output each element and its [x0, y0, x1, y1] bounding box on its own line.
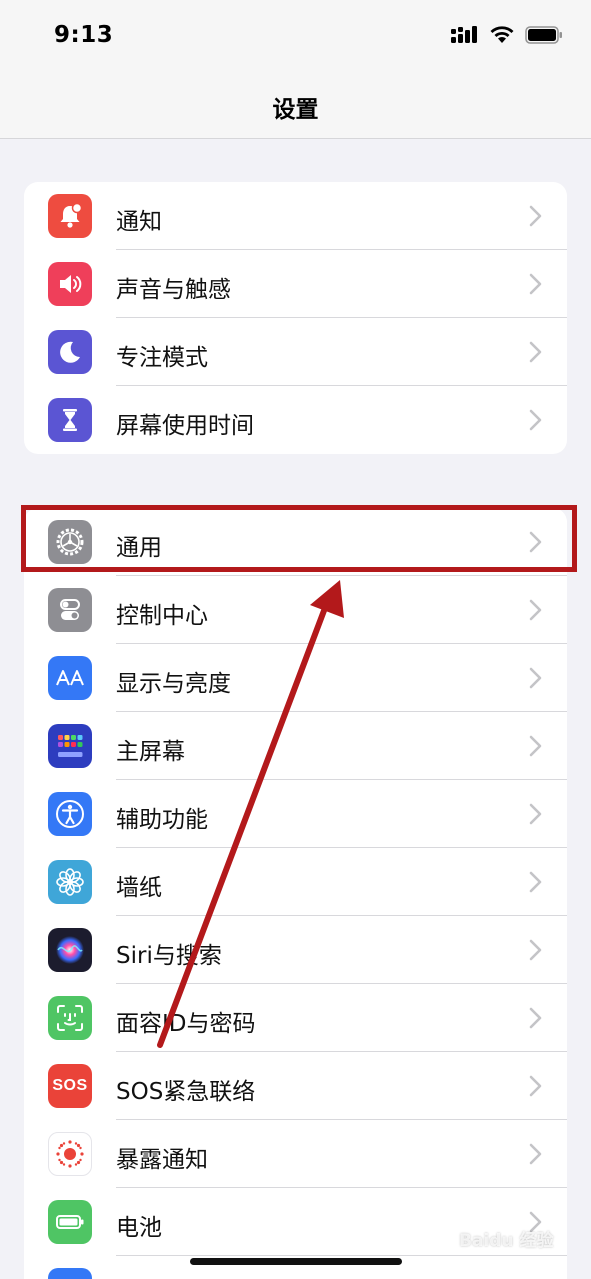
page-title: 设置 [272, 97, 319, 123]
chevron-right-icon [529, 531, 542, 553]
settings-row-label: 通用 [116, 535, 162, 561]
watermark: Baidu 经验 [459, 1231, 554, 1251]
flower-icon [48, 860, 92, 904]
chevron-right-icon [529, 939, 542, 961]
hourglass-icon [48, 398, 92, 442]
chevron-right-icon [529, 1143, 542, 1165]
settings-row-label: 专注模式 [116, 345, 208, 371]
settings-row-label: 控制中心 [116, 603, 208, 629]
settings-row-label: 显示与亮度 [116, 671, 231, 697]
settings-row-label: 屏幕使用时间 [116, 413, 254, 439]
settings-group-2: 通用 控制中心 显示与亮度 主屏幕 辅助功能 墙纸 Siri与搜索 面容ID与密… [24, 508, 567, 1279]
chevron-right-icon [529, 735, 542, 757]
speaker-icon [48, 262, 92, 306]
chevron-right-icon [529, 599, 542, 621]
settings-row-wallpaper[interactable]: 墙纸 [24, 848, 567, 916]
chevron-right-icon [529, 803, 542, 825]
settings-row-control-center[interactable]: 控制中心 [24, 576, 567, 644]
settings-row-label: 主屏幕 [116, 739, 185, 765]
battery-icon [525, 26, 562, 44]
toggles-icon [48, 588, 92, 632]
home-indicator[interactable] [190, 1258, 402, 1265]
cellular-signal-icon [451, 26, 477, 43]
status-time: 9:13 [54, 22, 114, 48]
settings-row-emergency-sos[interactable]: SOS SOS紧急联络 [24, 1052, 567, 1120]
settings-row-sounds[interactable]: 声音与触感 [24, 250, 567, 318]
face-id-icon [48, 996, 92, 1040]
privacy-hand-icon [48, 1268, 92, 1279]
chevron-right-icon [529, 1007, 542, 1029]
settings-row-label: 墙纸 [116, 875, 162, 901]
settings-row-general[interactable]: 通用 [24, 508, 567, 576]
settings-row-exposure[interactable]: 暴露通知 [24, 1120, 567, 1188]
navigation-bar: 设置 [0, 70, 591, 139]
exposure-icon [48, 1132, 92, 1176]
settings-row-siri[interactable]: Siri与搜索 [24, 916, 567, 984]
settings-row-label: 通知 [116, 209, 162, 235]
settings-row-home-screen[interactable]: 主屏幕 [24, 712, 567, 780]
settings-row-face-id[interactable]: 面容ID与密码 [24, 984, 567, 1052]
settings-row-accessibility[interactable]: 辅助功能 [24, 780, 567, 848]
settings-row-label: 电池 [116, 1215, 162, 1241]
settings-row-label: 辅助功能 [116, 807, 208, 833]
notification-bell-icon [48, 194, 92, 238]
settings-row-display[interactable]: 显示与亮度 [24, 644, 567, 712]
siri-icon [48, 928, 92, 972]
sos-icon-text: SOS [52, 1077, 88, 1094]
chevron-right-icon [529, 273, 542, 295]
text-size-icon [48, 656, 92, 700]
chevron-right-icon [529, 871, 542, 893]
app-grid-icon [48, 724, 92, 768]
moon-icon [48, 330, 92, 374]
sos-icon: SOS [48, 1064, 92, 1108]
chevron-right-icon [529, 409, 542, 431]
settings-row-label: 声音与触感 [116, 277, 231, 303]
settings-row-label: 暴露通知 [116, 1147, 208, 1173]
settings-row-label: 面容ID与密码 [116, 1011, 256, 1037]
wifi-icon [490, 26, 514, 43]
settings-row-label: SOS紧急联络 [116, 1079, 256, 1105]
settings-row-screen-time[interactable]: 屏幕使用时间 [24, 386, 567, 454]
accessibility-icon [48, 792, 92, 836]
battery-icon [48, 1200, 92, 1244]
settings-row-focus[interactable]: 专注模式 [24, 318, 567, 386]
chevron-right-icon [529, 341, 542, 363]
settings-row-notifications[interactable]: 通知 [24, 182, 567, 250]
status-bar: 9:13 [0, 0, 591, 70]
chevron-right-icon [529, 205, 542, 227]
gear-icon [48, 520, 92, 564]
chevron-right-icon [529, 1075, 542, 1097]
settings-row-label: Siri与搜索 [116, 943, 222, 969]
chevron-right-icon [529, 667, 542, 689]
settings-group-1: 通知 声音与触感 专注模式 屏幕使用时间 [24, 182, 567, 454]
